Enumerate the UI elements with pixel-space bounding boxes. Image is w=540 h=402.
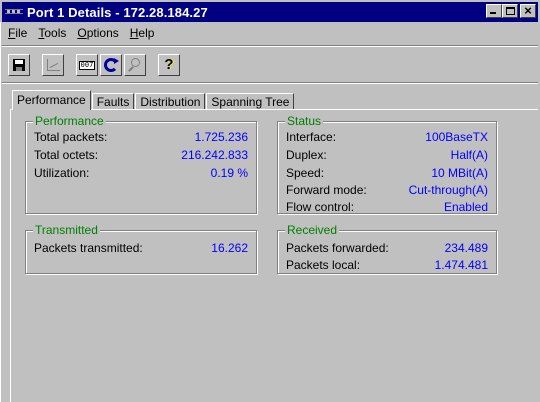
toolbar: 007 ? [8, 52, 182, 78]
window-title: Port 1 Details - 172.28.184.27 [27, 4, 208, 20]
counter-icon: 007 [79, 61, 95, 70]
help-button[interactable]: ? [158, 54, 180, 76]
stat-value: 16.262 [211, 241, 248, 255]
stat-value: Half(A) [450, 148, 488, 162]
line-chart-icon [47, 59, 60, 71]
stat-label: Speed: [286, 166, 325, 180]
performance-group: Performance Total packets: 1.725.236 Tot… [25, 114, 257, 214]
toolbar-bottom-divider [2, 82, 538, 84]
group-title: Performance [33, 114, 106, 128]
group-title: Transmitted [33, 223, 100, 237]
stat-row: Total octets: 216.242.833 [34, 147, 248, 163]
stat-row: Flow control: Enabled [286, 199, 488, 215]
stat-row: Interface: 100BaseTX [286, 129, 488, 145]
app-icon [5, 6, 23, 18]
close-icon: × [524, 3, 532, 18]
stat-value: Enabled [443, 200, 488, 214]
minimize-icon [490, 12, 496, 14]
stat-row: Duplex: Half(A) [286, 147, 488, 163]
close-button[interactable]: × [520, 3, 536, 18]
stat-row: Packets transmitted: 16.262 [34, 240, 248, 256]
refresh-icon [104, 58, 119, 72]
stat-label: Flow control: [286, 200, 355, 214]
toolbar-top-divider [2, 45, 538, 47]
refresh-button[interactable] [100, 54, 122, 76]
stat-label: Interface: [286, 130, 337, 144]
minimize-button[interactable] [486, 4, 502, 18]
tab-performance[interactable]: Performance [12, 90, 91, 110]
stat-label: Total packets: [34, 130, 108, 144]
help-question-icon: ? [164, 56, 174, 73]
transmitted-group: Transmitted Packets transmitted: 16.262 [25, 223, 257, 274]
tab-spanning-tree[interactable]: Spanning Tree [206, 93, 295, 110]
maximize-icon [506, 7, 515, 15]
magnifier-icon [131, 58, 140, 67]
save-button[interactable] [8, 54, 30, 76]
floppy-disk-icon [13, 59, 25, 71]
stat-value: 0.19 % [210, 166, 248, 180]
counter-button[interactable]: 007 [76, 54, 98, 76]
status-group: Status Interface: 100BaseTX Duplex: Half… [277, 114, 497, 215]
stat-value: 100BaseTX [425, 130, 488, 144]
stat-label: Utilization: [34, 166, 90, 180]
title-buttons: × [486, 3, 536, 18]
menu-tools[interactable]: Tools [32, 26, 71, 40]
stat-row: Total packets: 1.725.236 [34, 129, 248, 145]
group-title: Received [285, 223, 340, 237]
stat-label: Packets transmitted: [34, 241, 143, 255]
stat-label: Total octets: [34, 148, 99, 162]
stat-row: Packets forwarded: 234.489 [286, 240, 488, 256]
received-group: Received Packets forwarded: 234.489 Pack… [277, 223, 497, 274]
stat-row: Packets local: 1.474.481 [286, 257, 488, 273]
stat-label: Packets forwarded: [286, 241, 389, 255]
zoom-button[interactable] [124, 54, 146, 76]
stat-value: 1.725.236 [194, 130, 248, 144]
stat-label: Duplex: [286, 148, 327, 162]
tab-distribution[interactable]: Distribution [135, 93, 206, 110]
stat-row: Forward mode: Cut-through(A) [286, 182, 488, 198]
stat-row: Speed: 10 MBit(A) [286, 165, 488, 181]
stat-label: Packets local: [286, 258, 361, 272]
stat-value: 10 MBit(A) [431, 166, 488, 180]
menu-bar: File Tools Options Help [2, 23, 159, 42]
maximize-button[interactable] [502, 4, 518, 18]
menu-file[interactable]: File [2, 26, 32, 40]
chart-button[interactable] [42, 54, 64, 76]
stat-value: 216.242.833 [181, 148, 248, 162]
stat-value: 1.474.481 [434, 258, 488, 272]
tab-faults[interactable]: Faults [91, 93, 135, 110]
title-bar[interactable]: Port 1 Details - 172.28.184.27 × [2, 2, 538, 22]
stat-row: Utilization: 0.19 % [34, 165, 248, 181]
menu-options[interactable]: Options [71, 26, 123, 40]
tab-strip: Performance Faults Distribution Spanning… [12, 90, 295, 110]
stat-value: 234.489 [444, 241, 488, 255]
window-frame-edge [0, 22, 2, 402]
stat-label: Forward mode: [286, 183, 367, 197]
group-title: Status [285, 114, 324, 128]
port-details-window: Port 1 Details - 172.28.184.27 × File To… [0, 0, 540, 402]
stat-value: Cut-through(A) [408, 183, 488, 197]
menu-help[interactable]: Help [124, 26, 160, 40]
